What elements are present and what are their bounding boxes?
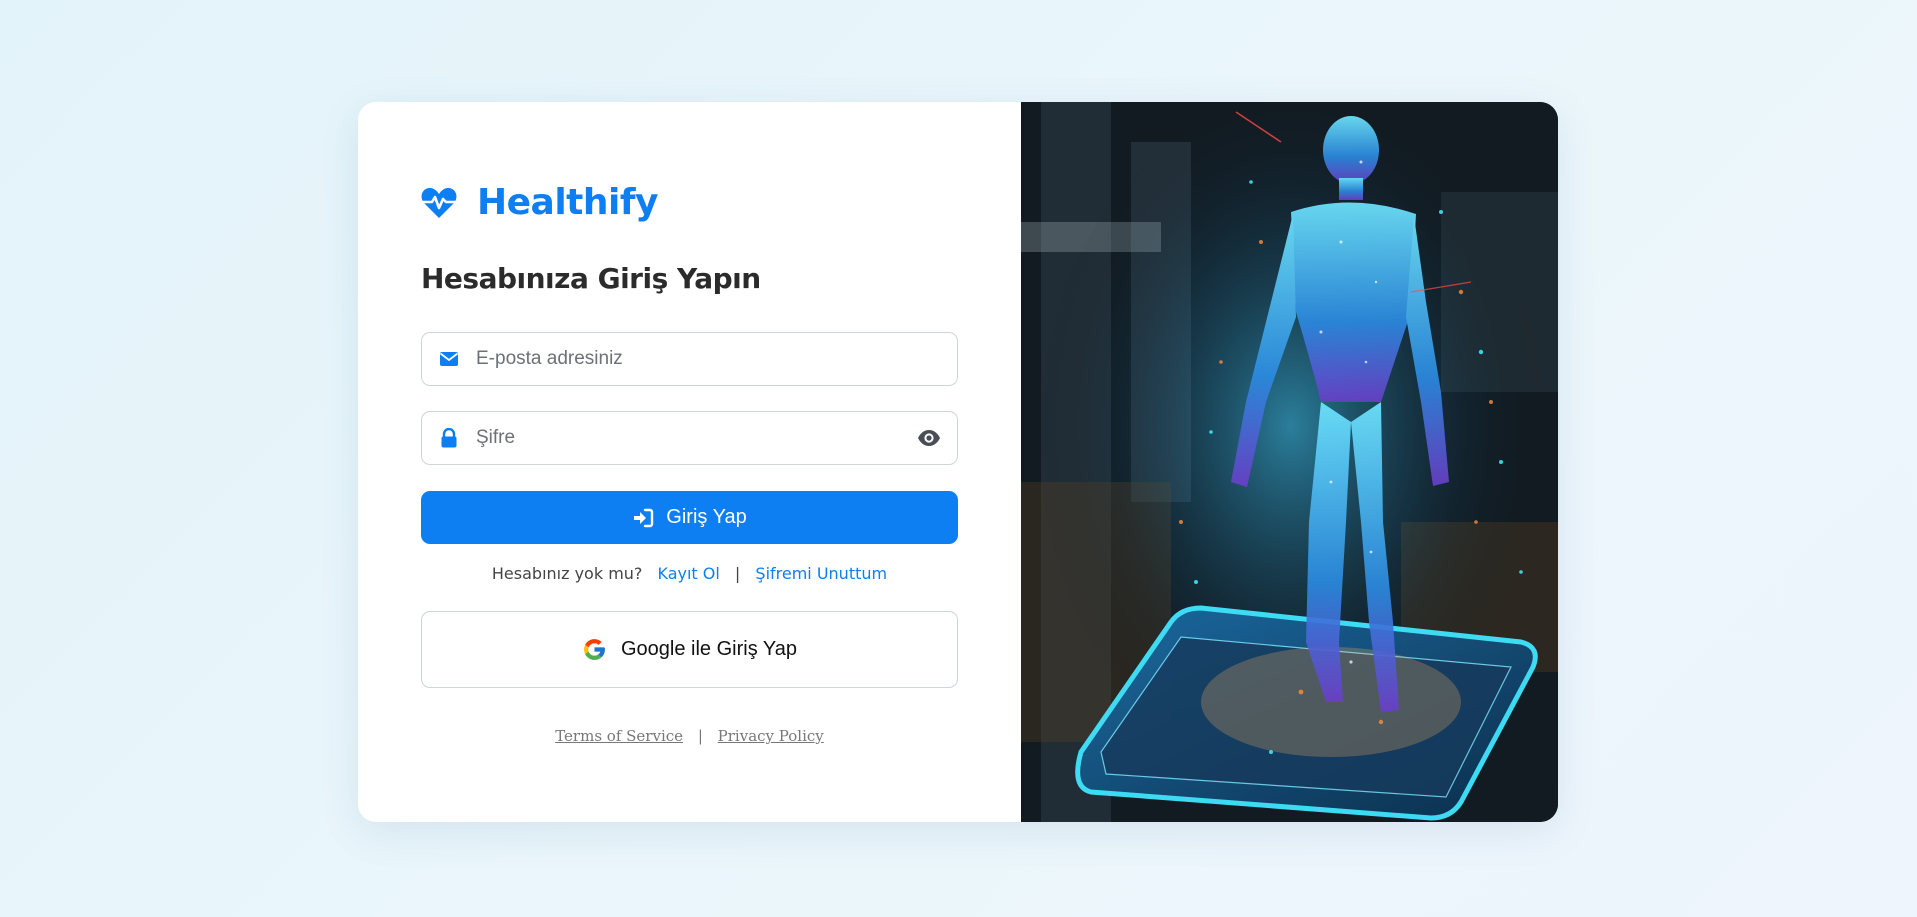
legal-links: Terms of Service | Privacy Policy [421,727,958,745]
email-input[interactable] [476,333,957,385]
links-separator: | [734,564,741,583]
login-panel: Healthify Hesabınıza Giriş Yapın E-posta… [358,102,1021,822]
no-account-text: Hesabınız yok mu? [491,564,643,583]
login-button[interactable]: Giriş Yap [421,491,958,544]
page-title: Hesabınıza Giriş Yapın [421,262,761,295]
hologram-illustration [1021,102,1558,822]
google-login-button[interactable]: Google ile Giriş Yap [421,611,958,688]
brand-logo: Healthify [421,182,658,223]
eye-icon[interactable] [901,429,957,447]
heart-pulse-icon [421,187,457,218]
legal-separator: | [697,727,703,745]
password-input[interactable] [476,412,901,464]
privacy-link[interactable]: Privacy Policy [718,727,824,745]
google-login-label: Google ile Giriş Yap [620,638,797,660]
account-links: Hesabınız yok mu? Kayıt Ol | Şifremi Unu… [421,564,958,583]
terms-link[interactable]: Terms of Service [555,727,683,745]
password-field[interactable] [421,411,958,465]
google-icon [584,639,605,660]
brand-name: Healthify [477,182,658,223]
email-field[interactable] [421,332,958,386]
lock-icon [422,428,476,448]
sign-in-icon [634,508,654,527]
login-button-label: Giriş Yap [666,506,747,528]
hero-image [1021,102,1558,822]
envelope-icon [422,349,476,369]
login-card: Healthify Hesabınıza Giriş Yapın E-posta… [358,102,1558,822]
forgot-password-link[interactable]: Şifremi Unuttum [755,564,887,583]
register-link[interactable]: Kayıt Ol [658,564,720,583]
